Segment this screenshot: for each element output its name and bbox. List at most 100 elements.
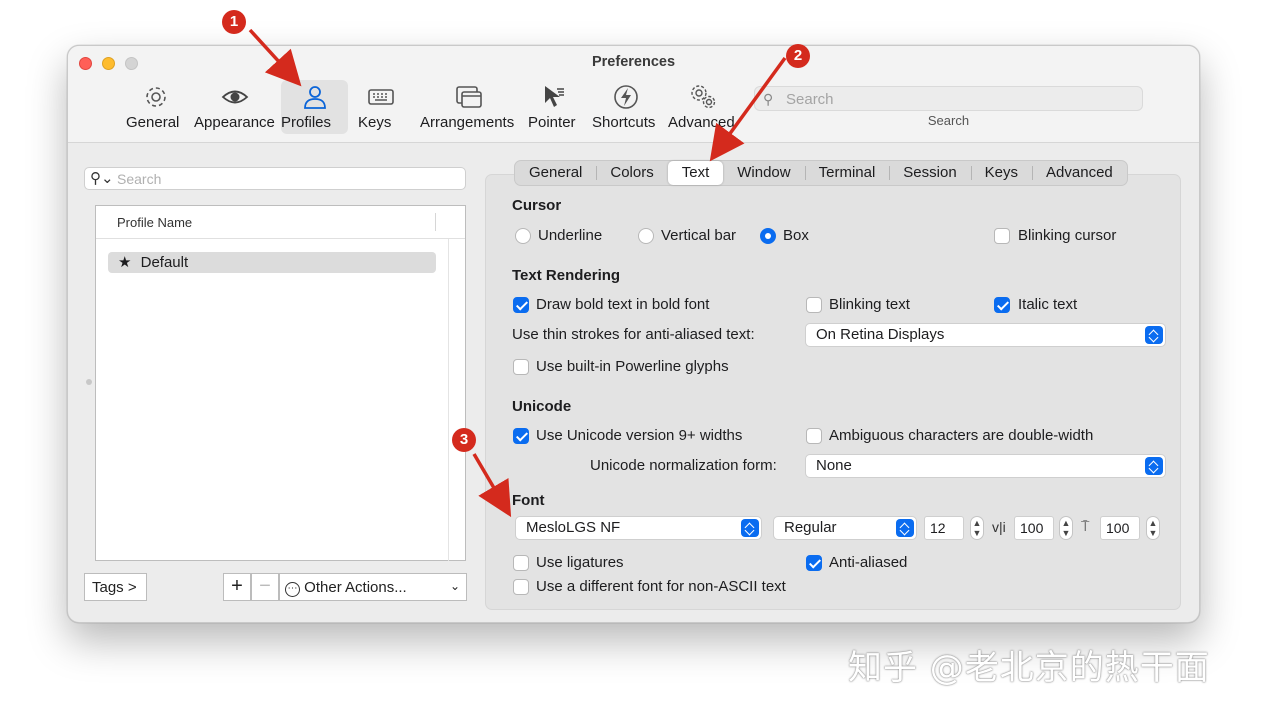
normalization-label: Unicode normalization form: [590, 457, 777, 474]
add-profile-button[interactable]: + [223, 573, 251, 601]
toolbar-search-label: Search [927, 113, 970, 128]
tab-session[interactable]: Session [889, 161, 970, 185]
non-ascii-font-label: Use a different font for non-ASCII text [536, 578, 786, 595]
profile-list-header[interactable]: Profile Name [96, 206, 465, 239]
tags-button[interactable]: Tags > [84, 573, 147, 601]
cursor-box-radio[interactable] [760, 228, 776, 244]
font-size-stepper[interactable]: ▲ ▼ [970, 516, 984, 540]
gear-icon [126, 83, 186, 113]
non-ascii-font-checkbox[interactable] [513, 579, 529, 595]
font-style-select[interactable]: Regular [773, 516, 917, 540]
tab-advanced[interactable]: Advanced [1032, 161, 1127, 185]
annotation-badge-1: 1 [222, 10, 246, 34]
vertical-spacing-icon: ⍑ [1081, 518, 1090, 534]
toolbar-profiles[interactable]: Profiles [281, 80, 348, 134]
normalization-value: None [816, 457, 852, 474]
chevron-updown-icon [896, 519, 914, 537]
watermark: 知乎 @老北京的热干面 [848, 648, 1210, 688]
chevron-updown-icon [1145, 457, 1163, 475]
tab-colors[interactable]: Colors [596, 161, 667, 185]
cursor-box-label: Box [783, 227, 809, 244]
profile-list[interactable]: Profile Name ★ Default [95, 205, 466, 561]
cursor-vertical-bar-label: Vertical bar [661, 227, 737, 244]
tab-keys[interactable]: Keys [970, 161, 1032, 185]
profile-name-column-header: Profile Name [117, 215, 193, 230]
antialiased-label: Anti-aliased [829, 554, 908, 571]
vertical-spacing-stepper[interactable]: ▲ ▼ [1146, 516, 1160, 540]
search-icon: ⚲⌄ [90, 170, 114, 187]
profile-search-placeholder: Search [117, 171, 162, 187]
ambiguous-width-label: Ambiguous characters are double-width [829, 427, 1094, 444]
toolbar-general[interactable]: General [126, 80, 186, 134]
toolbar-search[interactable]: ⚲ Search [754, 86, 1143, 111]
window-title: Preferences [591, 54, 676, 70]
italic-text-checkbox[interactable] [994, 297, 1010, 313]
italic-text-label: Italic text [1018, 296, 1078, 313]
other-actions-button[interactable]: ⋯ Other Actions... ⌄ [279, 573, 467, 601]
ligatures-label: Use ligatures [536, 554, 624, 571]
keyboard-icon [358, 83, 404, 113]
toolbar-keys[interactable]: Keys [358, 80, 404, 134]
font-heading: Font [512, 492, 545, 509]
tab-window[interactable]: Window [723, 161, 804, 185]
ambiguous-width-checkbox[interactable] [806, 428, 822, 444]
ligatures-checkbox[interactable] [513, 555, 529, 571]
ellipsis-circle-icon: ⋯ [285, 582, 300, 597]
horizontal-spacing-field[interactable]: 100 [1014, 516, 1054, 540]
blinking-text-label: Blinking text [829, 296, 910, 313]
split-handle[interactable] [86, 379, 92, 385]
person-icon [281, 83, 348, 113]
annotation-badge-3: 3 [452, 428, 476, 452]
thin-strokes-value: On Retina Displays [816, 326, 945, 343]
font-size-field[interactable]: 12 [924, 516, 964, 540]
tab-text[interactable]: Text [667, 161, 724, 185]
toolbar-pointer[interactable]: Pointer [528, 80, 580, 134]
other-actions-label: Other Actions... [304, 579, 407, 596]
toolbar-arrangements[interactable]: Arrangements [420, 80, 518, 134]
bolt-icon [592, 83, 660, 113]
bold-font-checkbox[interactable] [513, 297, 529, 313]
horizontal-spacing-stepper[interactable]: ▲ ▼ [1059, 516, 1073, 540]
cursor-vertical-bar-radio[interactable] [638, 228, 654, 244]
font-family-select[interactable]: MesloLGS NF [515, 516, 762, 540]
list-divider [448, 239, 449, 561]
chevron-updown-icon [1145, 326, 1163, 344]
cursor-underline-label: Underline [538, 227, 603, 244]
blinking-cursor-label: Blinking cursor [1018, 227, 1117, 244]
unicode-widths-checkbox[interactable] [513, 428, 529, 444]
powerline-label: Use built-in Powerline glyphs [536, 358, 729, 375]
bold-font-label: Draw bold text in bold font [536, 296, 710, 313]
blinking-text-checkbox[interactable] [806, 297, 822, 313]
blinking-cursor-checkbox[interactable] [994, 228, 1010, 244]
remove-profile-button[interactable]: − [251, 573, 279, 601]
gears-icon [668, 83, 738, 113]
search-icon: ⚲ [763, 91, 774, 107]
column-separator [435, 213, 436, 231]
thin-strokes-select[interactable]: On Retina Displays [805, 323, 1166, 347]
profile-tabs: General Colors Text Window Terminal Sess… [514, 160, 1128, 186]
pointer-icon [528, 83, 580, 113]
toolbar-shortcuts[interactable]: Shortcuts [592, 80, 660, 134]
text-rendering-heading: Text Rendering [512, 267, 621, 284]
eye-icon [194, 83, 276, 113]
cursor-heading: Cursor [512, 197, 562, 214]
font-style-value: Regular [784, 519, 837, 536]
toolbar-appearance[interactable]: Appearance [194, 80, 276, 134]
profile-search-input[interactable]: ⚲⌄ Search [84, 167, 466, 190]
cursor-underline-radio[interactable] [515, 228, 531, 244]
powerline-checkbox[interactable] [513, 359, 529, 375]
normalization-select[interactable]: None [805, 454, 1166, 478]
profile-row-default[interactable]: ★ Default [108, 252, 436, 273]
horizontal-spacing-icon: v|i [992, 519, 1006, 535]
windows-icon [420, 83, 518, 113]
tab-general[interactable]: General [515, 161, 596, 185]
tab-terminal[interactable]: Terminal [804, 161, 890, 185]
antialiased-checkbox[interactable] [806, 555, 822, 571]
toolbar-advanced[interactable]: Advanced [668, 80, 738, 134]
preferences-window: Preferences General Appearance Profiles … [67, 45, 1200, 623]
titlebar: Preferences General Appearance Profiles … [68, 46, 1199, 143]
vertical-spacing-field[interactable]: 100 [1100, 516, 1140, 540]
unicode-heading: Unicode [512, 398, 572, 415]
chevron-updown-icon [741, 519, 759, 537]
profile-name: Default [140, 254, 189, 271]
